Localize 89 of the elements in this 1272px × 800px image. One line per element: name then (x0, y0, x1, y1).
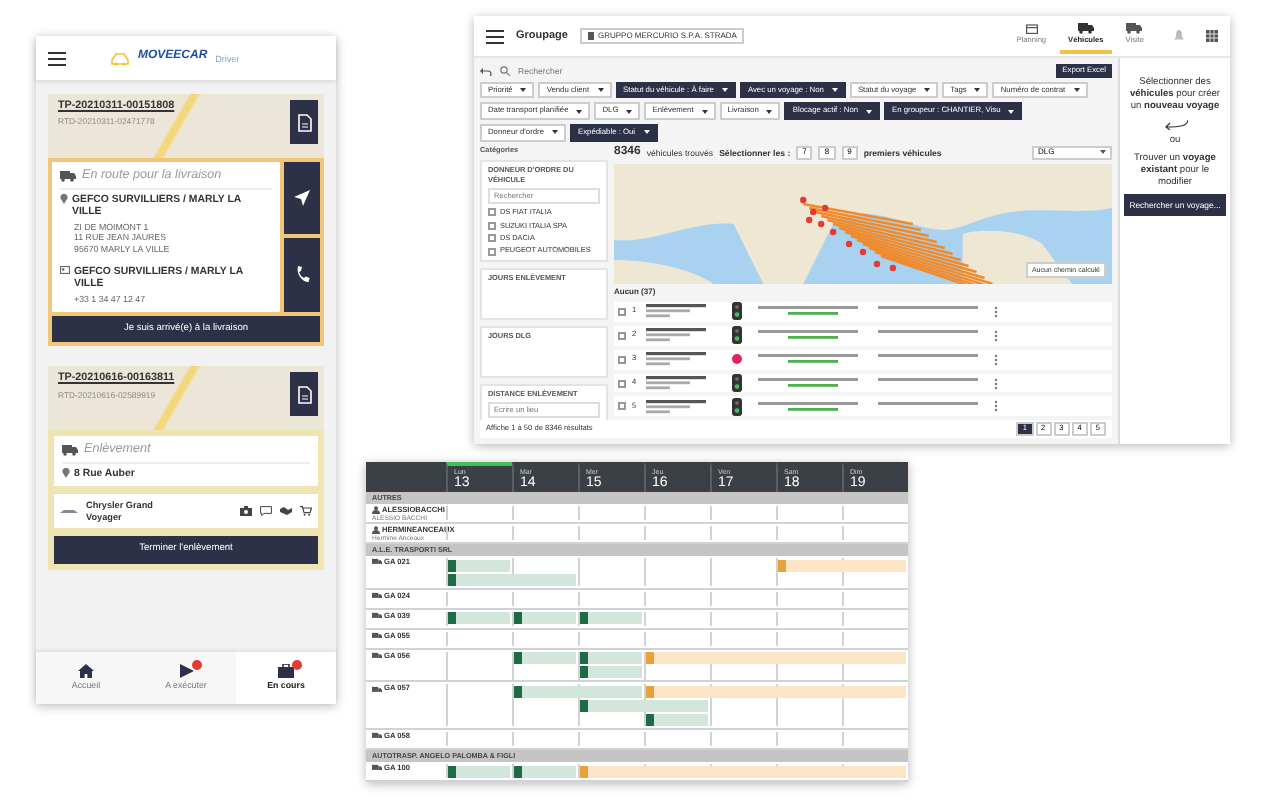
event-bar[interactable] (580, 699, 708, 712)
event-bar[interactable] (448, 573, 576, 585)
handshake-icon (280, 506, 292, 517)
traffic-light-icon (732, 374, 742, 393)
truck-icon (1077, 22, 1094, 35)
car-logo-icon (110, 51, 130, 66)
truck-icon (372, 558, 382, 567)
document-button[interactable] (290, 372, 318, 417)
bell-icon (1174, 29, 1184, 42)
caret-icon (643, 130, 650, 135)
truck-icon (372, 591, 382, 600)
event-bar[interactable] (514, 765, 576, 778)
document-icon (297, 385, 311, 404)
caret-icon (866, 109, 873, 114)
traffic-light-icon (732, 397, 742, 416)
event-bar[interactable] (646, 713, 708, 726)
event-bar[interactable] (514, 685, 642, 698)
calendar-icon (1025, 23, 1038, 34)
truck-icon (372, 685, 382, 694)
caret-icon (552, 130, 558, 135)
pin-icon (60, 193, 68, 204)
menu-button[interactable] (48, 51, 66, 65)
truck-icon (60, 169, 76, 182)
event-bar[interactable] (580, 612, 642, 625)
document-icon (297, 113, 311, 131)
camera-icon (240, 506, 252, 517)
undo-icon (480, 65, 492, 76)
truck-icon (372, 631, 382, 640)
car-icon (60, 508, 78, 515)
truck-icon (1126, 22, 1143, 35)
pin-icon (62, 467, 70, 478)
checkbox[interactable] (488, 208, 496, 217)
building-icon (587, 31, 594, 40)
caret-icon (701, 109, 708, 114)
event-bar[interactable] (580, 666, 642, 679)
checkbox[interactable] (618, 402, 626, 411)
event-bar[interactable] (448, 765, 510, 778)
person-icon (372, 526, 380, 535)
briefcase-icon (278, 664, 294, 679)
checkbox[interactable] (488, 234, 496, 243)
traffic-light-icon (732, 302, 742, 321)
event-bar[interactable] (580, 652, 642, 665)
checkbox[interactable] (488, 247, 496, 256)
caret-icon (626, 109, 633, 114)
truck-icon (372, 651, 382, 660)
event-bar[interactable] (514, 612, 576, 625)
checkbox[interactable] (618, 379, 626, 388)
truck-icon (372, 764, 382, 773)
checkbox[interactable] (618, 331, 626, 340)
caret-icon (1073, 88, 1080, 93)
home-icon (78, 664, 94, 679)
phone-icon (295, 266, 309, 283)
checkbox[interactable] (618, 307, 626, 316)
caret-icon (576, 109, 583, 114)
curved-arrow-icon (1163, 118, 1187, 131)
document-button[interactable] (290, 100, 318, 144)
truck-icon (62, 444, 78, 457)
caret-icon (597, 88, 604, 93)
person-icon (372, 506, 380, 515)
menu-icon (486, 29, 504, 43)
apps-button[interactable] (1206, 29, 1218, 42)
traffic-light-icon (732, 326, 742, 345)
navigation-arrow-icon (294, 190, 310, 207)
checkbox[interactable] (488, 221, 496, 230)
menu-icon (48, 51, 66, 65)
play-icon (179, 664, 193, 679)
truck-icon (372, 732, 382, 741)
caret-icon (721, 88, 728, 93)
call-button[interactable] (284, 238, 320, 312)
cart-icon (300, 506, 312, 517)
event-bar[interactable] (514, 652, 576, 665)
caret-icon (1008, 109, 1015, 114)
caret-icon (1100, 150, 1106, 155)
caret-icon (831, 88, 838, 93)
event-bar[interactable] (448, 612, 510, 625)
contact-card-icon (60, 265, 70, 274)
caret-icon (520, 88, 527, 93)
caret-icon (924, 88, 931, 93)
caret-icon (974, 88, 981, 93)
grid-icon (1206, 29, 1218, 42)
navigate-button[interactable] (284, 162, 320, 235)
checkbox[interactable] (618, 355, 626, 364)
search-icon (500, 65, 510, 76)
menu-button[interactable] (486, 29, 504, 43)
caret-icon (766, 109, 773, 114)
truck-icon (372, 611, 382, 620)
alert-dot-icon (732, 354, 742, 365)
event-bar[interactable] (448, 559, 510, 571)
chat-icon (260, 506, 272, 517)
